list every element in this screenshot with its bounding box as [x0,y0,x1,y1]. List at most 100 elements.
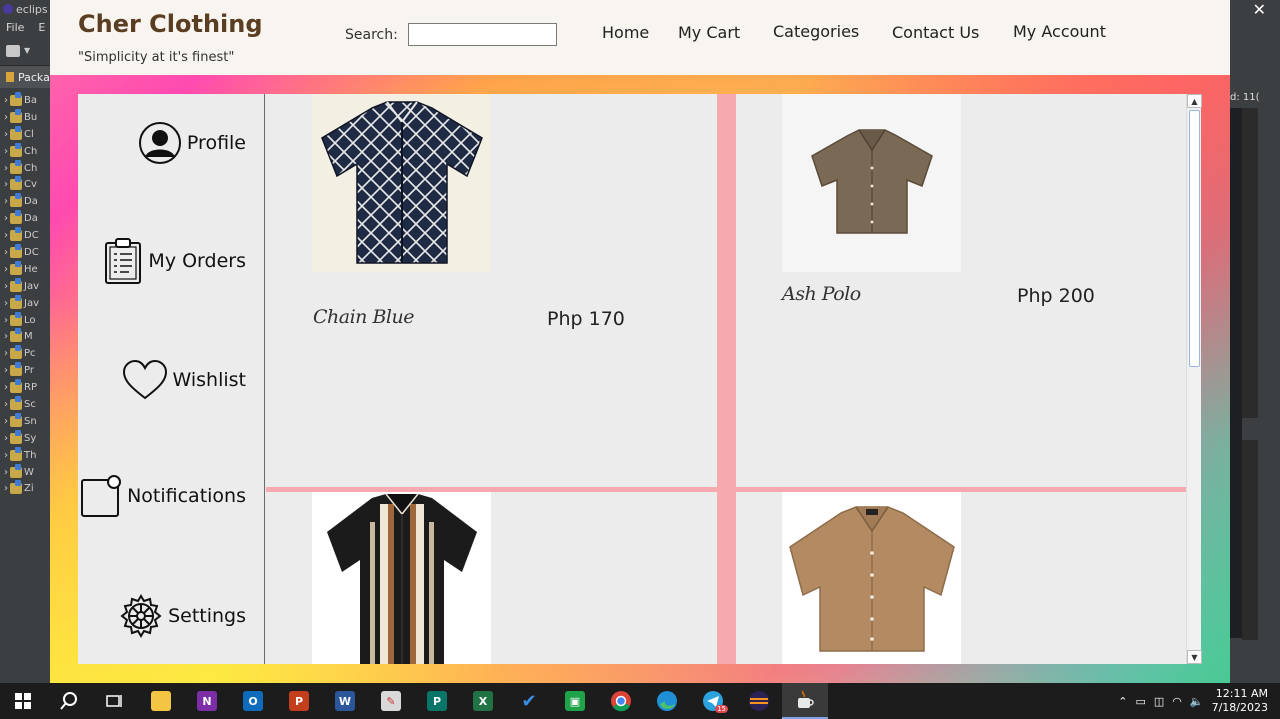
chevron-right-icon[interactable]: › [4,129,8,140]
chevron-right-icon[interactable]: › [4,213,8,224]
project-tree-item[interactable]: › DC [0,227,50,244]
nav-home[interactable]: Home [602,23,649,42]
chevron-right-icon[interactable]: › [4,95,8,106]
project-tree-item[interactable]: › Cl [0,125,50,143]
meet-icon[interactable]: ◫ [1154,695,1164,708]
ide-scrollbar[interactable] [1242,108,1258,418]
chrome-icon[interactable] [598,683,644,719]
tagline: "Simplicity at it's finest" [78,50,235,65]
project-tree-item[interactable]: › Sc [0,396,50,413]
sidebar-item-profile[interactable]: Profile [138,121,246,165]
chevron-down-icon[interactable]: ▼ [24,46,30,55]
sidebar-item-wishlist[interactable]: Wishlist [122,359,246,401]
project-tree-item[interactable]: › Ba [0,92,50,109]
paint-icon[interactable]: ✎ [368,683,414,719]
project-tree-item[interactable]: › Jav [0,277,50,295]
project-tree-item[interactable]: › Jav [0,294,50,312]
project-tree-item[interactable]: › Bu [0,108,50,126]
nav-my-cart[interactable]: My Cart [678,23,740,42]
chevron-right-icon[interactable]: › [4,450,8,461]
chevron-right-icon[interactable]: › [4,230,8,241]
project-tree-item[interactable]: › Ch [0,159,50,177]
ide-scrollbar-lower[interactable] [1242,440,1258,640]
word-icon[interactable]: W [322,683,368,719]
chevron-right-icon[interactable]: › [4,433,8,444]
nav-my-account[interactable]: My Account [1013,22,1106,41]
chevron-right-icon[interactable]: › [4,331,8,342]
nav-contact-us[interactable]: Contact Us [892,23,979,42]
project-tree-item[interactable]: › RP [0,379,50,396]
project-tree-item[interactable]: › Da [0,193,50,210]
project-tree-item[interactable]: › Da [0,210,50,227]
project-tree-item[interactable]: › He [0,260,50,278]
chevron-right-icon[interactable]: › [4,281,8,292]
sidebar-item-settings[interactable]: Settings [119,594,246,638]
java-icon[interactable] [782,683,828,719]
clock[interactable]: 12:11 AM 7/18/2023 [1212,687,1268,715]
edge-icon[interactable] [644,683,690,719]
close-icon[interactable]: ✕ [1253,0,1266,19]
chevron-right-icon[interactable]: › [4,382,8,393]
project-tree-item[interactable]: › Zi [0,480,50,497]
chevron-right-icon[interactable]: › [4,399,8,410]
powerpoint-icon[interactable]: P [276,683,322,719]
file-explorer-icon[interactable] [138,683,184,719]
ide-menu-file[interactable]: File [6,21,24,34]
battery-icon[interactable]: ▭ [1135,695,1145,708]
chevron-right-icon[interactable]: › [4,247,8,258]
app-green-icon[interactable]: ▣ [552,683,598,719]
product-image[interactable] [312,492,491,664]
chevron-right-icon[interactable]: › [4,315,8,326]
chevron-right-icon[interactable]: › [4,179,8,190]
telegram-icon[interactable]: 15 [690,683,736,719]
todo-icon[interactable]: ✔ [506,683,552,719]
chevron-right-icon[interactable]: › [4,264,8,275]
project-tree-item[interactable]: › W [0,463,50,481]
chevron-right-icon[interactable]: › [4,483,8,494]
chevron-up-icon[interactable]: ⌃ [1118,695,1127,708]
chevron-right-icon[interactable]: › [4,298,8,309]
project-tree-item[interactable]: › Sn [0,412,50,430]
product-image-chain-blue[interactable] [312,94,491,272]
eclipse-taskbar-icon[interactable] [736,683,782,719]
excel-icon[interactable]: X [460,683,506,719]
product-image[interactable] [782,492,961,664]
chevron-right-icon[interactable]: › [4,348,8,359]
product-image-ash-polo[interactable] [782,94,961,272]
project-tree-item[interactable]: › Th [0,446,50,464]
sidebar-item-notifications[interactable]: Notifications [80,474,246,518]
task-view-icon[interactable] [92,683,138,719]
chevron-right-icon[interactable]: › [4,196,8,207]
publisher-icon[interactable]: P [414,683,460,719]
project-tree-item[interactable]: › Cv [0,176,50,193]
scroll-up-icon[interactable]: ▲ [1187,94,1202,108]
package-explorer-tab[interactable]: Packa [0,66,50,88]
chevron-right-icon[interactable]: › [4,416,8,427]
project-tree-item[interactable]: › Sy [0,429,50,447]
volume-icon[interactable]: 🔈 [1190,695,1204,708]
project-tree-item[interactable]: › Pc [0,345,50,362]
chevron-right-icon[interactable]: › [4,365,8,376]
chevron-right-icon[interactable]: › [4,163,8,174]
project-tree-item[interactable]: › M [0,328,50,345]
product-scrollbar[interactable]: ▲ ▼ [1186,94,1202,664]
start-icon[interactable] [0,683,46,719]
chevron-right-icon[interactable]: › [4,467,8,478]
search-input[interactable] [408,23,557,46]
onenote-icon[interactable]: N [184,683,230,719]
nav-categories[interactable]: Categories [773,22,859,41]
sidebar-item-my-orders[interactable]: My Orders [103,237,246,285]
new-icon[interactable] [6,44,20,57]
chevron-right-icon[interactable]: › [4,112,8,123]
scroll-thumb[interactable] [1189,110,1200,367]
project-tree-item[interactable]: › Pr [0,362,50,379]
outlook-icon[interactable]: O [230,683,276,719]
chevron-right-icon[interactable]: › [4,146,8,157]
project-tree-item[interactable]: › DC [0,244,50,261]
project-tree-item[interactable]: › Ch [0,142,50,160]
project-tree-item[interactable]: › Lo [0,311,50,329]
ide-menu-edit[interactable]: E [38,21,45,34]
scroll-down-icon[interactable]: ▼ [1187,650,1202,664]
search-icon[interactable] [46,683,92,719]
wifi-icon[interactable]: ◠ [1172,695,1182,708]
